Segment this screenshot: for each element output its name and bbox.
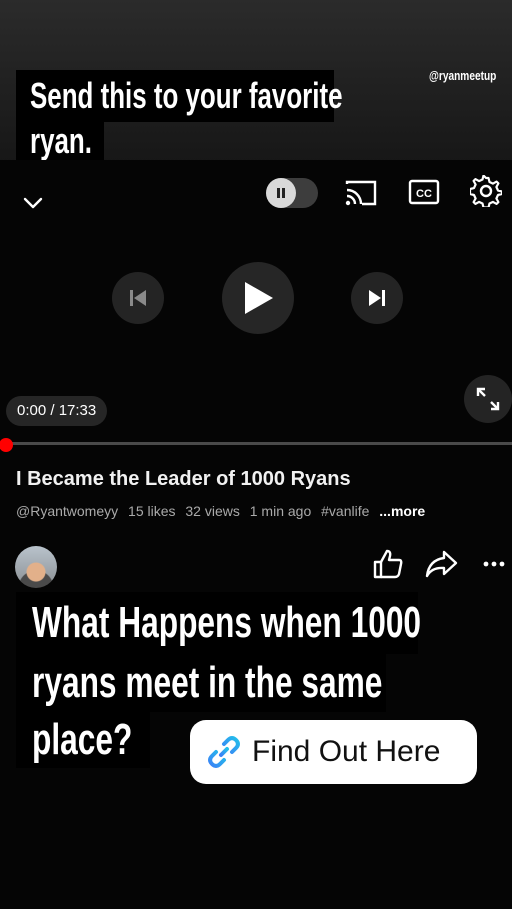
next-button[interactable] xyxy=(351,272,403,324)
likes-count: 15 likes xyxy=(128,503,176,519)
fullscreen-button[interactable] xyxy=(464,375,512,423)
svg-text:CC: CC xyxy=(416,188,432,200)
views-count: 32 views xyxy=(185,503,240,519)
previous-button[interactable] xyxy=(112,272,164,324)
video-meta: @Ryantwomeyy 15 likes 32 views 1 min ago… xyxy=(16,503,431,519)
avatar[interactable] xyxy=(15,546,57,588)
more-icon[interactable] xyxy=(482,552,506,576)
chevron-down-icon[interactable] xyxy=(20,190,46,216)
like-icon[interactable] xyxy=(372,548,404,580)
progress-track[interactable] xyxy=(0,442,512,445)
channel-name[interactable]: @Ryantwomeyy xyxy=(16,503,118,519)
link-sticker[interactable]: Find Out Here xyxy=(190,720,477,784)
scrubber-handle[interactable] xyxy=(0,438,13,452)
video-title[interactable]: I Became the Leader of 1000 Ryans xyxy=(16,468,351,491)
upload-age: 1 min ago xyxy=(249,503,312,519)
time-display: 0:00 / 17:33 xyxy=(6,396,108,426)
captions-icon[interactable]: CC xyxy=(408,178,440,206)
previous-icon xyxy=(130,290,146,306)
next-icon xyxy=(369,290,385,306)
hashtag-link[interactable]: #vanlife xyxy=(321,503,369,519)
caption-bottom-3: place? xyxy=(16,712,150,768)
more-link[interactable]: ...more xyxy=(379,503,425,519)
autoplay-toggle[interactable] xyxy=(266,178,318,208)
settings-icon[interactable] xyxy=(470,175,502,207)
play-icon xyxy=(245,282,273,314)
caption-bottom-2: ryans meet in the same xyxy=(16,654,386,712)
cast-icon[interactable] xyxy=(344,178,378,208)
pause-icon xyxy=(266,178,296,208)
link-icon xyxy=(208,736,240,768)
link-sticker-label: Find Out Here xyxy=(252,735,441,768)
play-button[interactable] xyxy=(222,262,294,334)
caption-top-2: ryan. xyxy=(16,122,104,160)
caption-top: Send this to your favorite xyxy=(16,70,343,122)
video-player[interactable]: CC 0:00 / 17:33 xyxy=(0,160,512,460)
share-icon[interactable] xyxy=(424,548,458,580)
author-handle[interactable]: @ryanmeetup xyxy=(410,68,496,83)
caption-bottom: What Happens when 1000 xyxy=(16,592,421,654)
fullscreen-icon xyxy=(476,387,500,411)
